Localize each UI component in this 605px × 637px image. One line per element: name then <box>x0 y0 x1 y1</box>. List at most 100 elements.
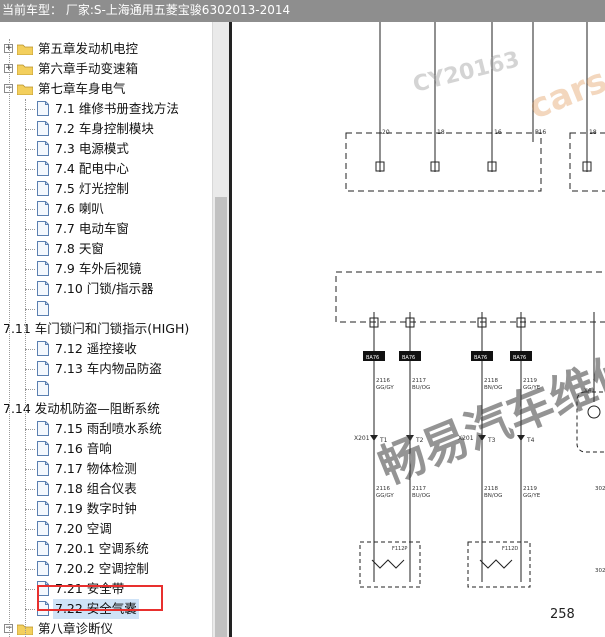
svg-text:16: 16 <box>494 129 502 136</box>
document-icon <box>37 221 49 236</box>
svg-text:F112P: F112P <box>392 546 407 552</box>
scrollbar-thumb[interactable] <box>215 197 227 637</box>
wiring-diagram: 20 18 16 P16 18 BA76 BA76 BA76 BA76 2116… <box>335 22 605 588</box>
tree-item-label: 7.11 车门锁闩和门锁指示(HIGH) <box>3 321 190 336</box>
svg-text:T1: T1 <box>379 437 388 444</box>
tree-item-label: 7.2 车身控制模块 <box>55 121 154 136</box>
tree-item-label: 7.3 电源模式 <box>55 141 129 156</box>
tree-item-label: 7.20 空调 <box>55 521 112 536</box>
tree-item[interactable]: 7.16 音响 <box>0 439 212 459</box>
document-icon <box>37 261 49 276</box>
tree-item-label: 7.4 配电中心 <box>55 161 129 176</box>
svg-text:BA76: BA76 <box>402 355 415 361</box>
tree-item-label: 7.20.2 空调控制 <box>55 561 149 576</box>
tree-item[interactable]: 7.6 喇叭 <box>0 199 212 219</box>
chapter-tree[interactable]: + 第五章发动机电控 + 第六章手动变速箱 − 第七章车身电气 7.1 维修书册查找方法 7.… <box>0 22 212 637</box>
tree-item[interactable]: 7.5 灯光控制 <box>0 179 212 199</box>
module-box-top-left <box>345 132 542 192</box>
svg-text:BU/OG: BU/OG <box>412 385 430 391</box>
tree-item[interactable]: 7.9 车外后视镜 <box>0 259 212 279</box>
svg-text:BU/OG: BU/OG <box>412 493 430 499</box>
tree-item-label: 7.20.1 空调系统 <box>55 541 149 556</box>
tree-item-label: 7.8 天窗 <box>55 241 104 256</box>
selection-highlight-box <box>37 585 163 611</box>
tree-scrollbar[interactable] <box>212 22 229 637</box>
document-icon <box>37 421 49 436</box>
tree-item-label: 7.15 雨刮喷水系统 <box>55 421 162 436</box>
svg-text:2116: 2116 <box>376 486 390 492</box>
document-icon <box>37 481 49 496</box>
svg-text:GG/YE: GG/YE <box>523 493 541 499</box>
svg-text:2116: 2116 <box>376 378 390 384</box>
tree-item[interactable]: 7.14 发动机防盗—阻断系统 <box>0 399 212 419</box>
tree-item[interactable]: 7.3 电源模式 <box>0 139 212 159</box>
document-icon <box>37 101 49 116</box>
tree-item-label: 7.9 车外后视镜 <box>55 261 142 276</box>
tree-item-label: 7.5 灯光控制 <box>55 181 129 196</box>
tree-item[interactable]: 7.10 门锁/指示器 <box>0 279 212 299</box>
svg-text:BA76: BA76 <box>474 355 487 361</box>
document-icon <box>37 341 49 356</box>
document-icon <box>37 121 49 136</box>
module-box-middle <box>335 271 605 323</box>
document-icon <box>37 441 49 456</box>
svg-text:T2: T2 <box>415 437 424 444</box>
tree-item-label: 7.1 维修书册查找方法 <box>55 101 179 116</box>
tree-item[interactable]: 7.1 维修书册查找方法 <box>0 99 212 119</box>
wiring-diagram-view[interactable]: 20 18 16 P16 18 BA76 BA76 BA76 BA76 2116… <box>232 22 605 637</box>
tree-item[interactable] <box>0 299 212 319</box>
tree-item[interactable]: 7.8 天窗 <box>0 239 212 259</box>
svg-text:2119: 2119 <box>523 378 537 384</box>
document-icon <box>37 161 49 176</box>
document-icon <box>37 361 49 376</box>
document-icon <box>37 281 49 296</box>
document-icon <box>37 241 49 256</box>
svg-text:302: 302 <box>595 568 605 574</box>
tree-item-label: 7.7 电动车窗 <box>55 221 129 236</box>
document-icon <box>37 381 49 396</box>
tree-item[interactable]: 7.4 配电中心 <box>0 159 212 179</box>
svg-text:302: 302 <box>595 486 605 492</box>
document-icon <box>37 521 49 536</box>
tree-item[interactable]: 7.2 车身控制模块 <box>0 119 212 139</box>
window-title-bar: 当前车型： 厂家:S-上海通用五菱宝骏6302013-2014 <box>0 0 605 22</box>
page-number: 258 <box>550 607 575 622</box>
document-icon <box>37 461 49 476</box>
tree-item[interactable]: 7.13 车内物品防盗 <box>0 359 212 379</box>
tree-item[interactable]: − 第七章车身电气 <box>0 79 212 99</box>
svg-text:F112D: F112D <box>502 546 518 552</box>
tree-item-label: 7.17 物体检测 <box>55 461 137 476</box>
tree-item[interactable]: 7.20.2 空调控制 <box>0 559 212 579</box>
svg-text:T3: T3 <box>487 437 496 444</box>
svg-text:20: 20 <box>382 129 390 136</box>
svg-text:BN/OG: BN/OG <box>484 493 502 499</box>
tree-item[interactable]: 7.19 数字时钟 <box>0 499 212 519</box>
tree-item-label: 7.18 组合仪表 <box>55 481 137 496</box>
tree-item[interactable]: 7.18 组合仪表 <box>0 479 212 499</box>
tree-item-label: 7.13 车内物品防盗 <box>55 361 162 376</box>
svg-text:X201: X201 <box>458 435 474 442</box>
tree-item[interactable] <box>0 379 212 399</box>
tree-item-label: 7.14 发动机防盗—阻断系统 <box>3 401 160 416</box>
tree-item[interactable]: 7.7 电动车窗 <box>0 219 212 239</box>
document-icon <box>37 501 49 516</box>
svg-text:BN/OG: BN/OG <box>484 385 502 391</box>
tree-item[interactable]: − 第八章诊断仪 <box>0 619 212 637</box>
document-icon <box>37 541 49 556</box>
tree-item[interactable]: 7.20.1 空调系统 <box>0 539 212 559</box>
tree-item[interactable]: 7.11 车门锁闩和门锁指示(HIGH) <box>0 319 212 339</box>
tree-item[interactable]: + 第六章手动变速箱 <box>0 59 212 79</box>
tree-item[interactable]: + 第五章发动机电控 <box>0 39 212 59</box>
document-icon <box>37 141 49 156</box>
tree-item[interactable]: 7.17 物体检测 <box>0 459 212 479</box>
airbag-module-left <box>359 541 421 588</box>
folder-icon <box>17 84 33 95</box>
tree-item[interactable]: 7.15 雨刮喷水系统 <box>0 419 212 439</box>
tree-item-label: 7.16 音响 <box>55 441 112 456</box>
svg-text:2117: 2117 <box>412 378 426 384</box>
tree-item[interactable]: 7.12 遥控接收 <box>0 339 212 359</box>
svg-text:2118: 2118 <box>484 378 498 384</box>
tree-item-label: 第五章发动机电控 <box>38 41 139 56</box>
svg-text:GG/YE: GG/YE <box>523 385 541 391</box>
tree-item[interactable]: 7.20 空调 <box>0 519 212 539</box>
